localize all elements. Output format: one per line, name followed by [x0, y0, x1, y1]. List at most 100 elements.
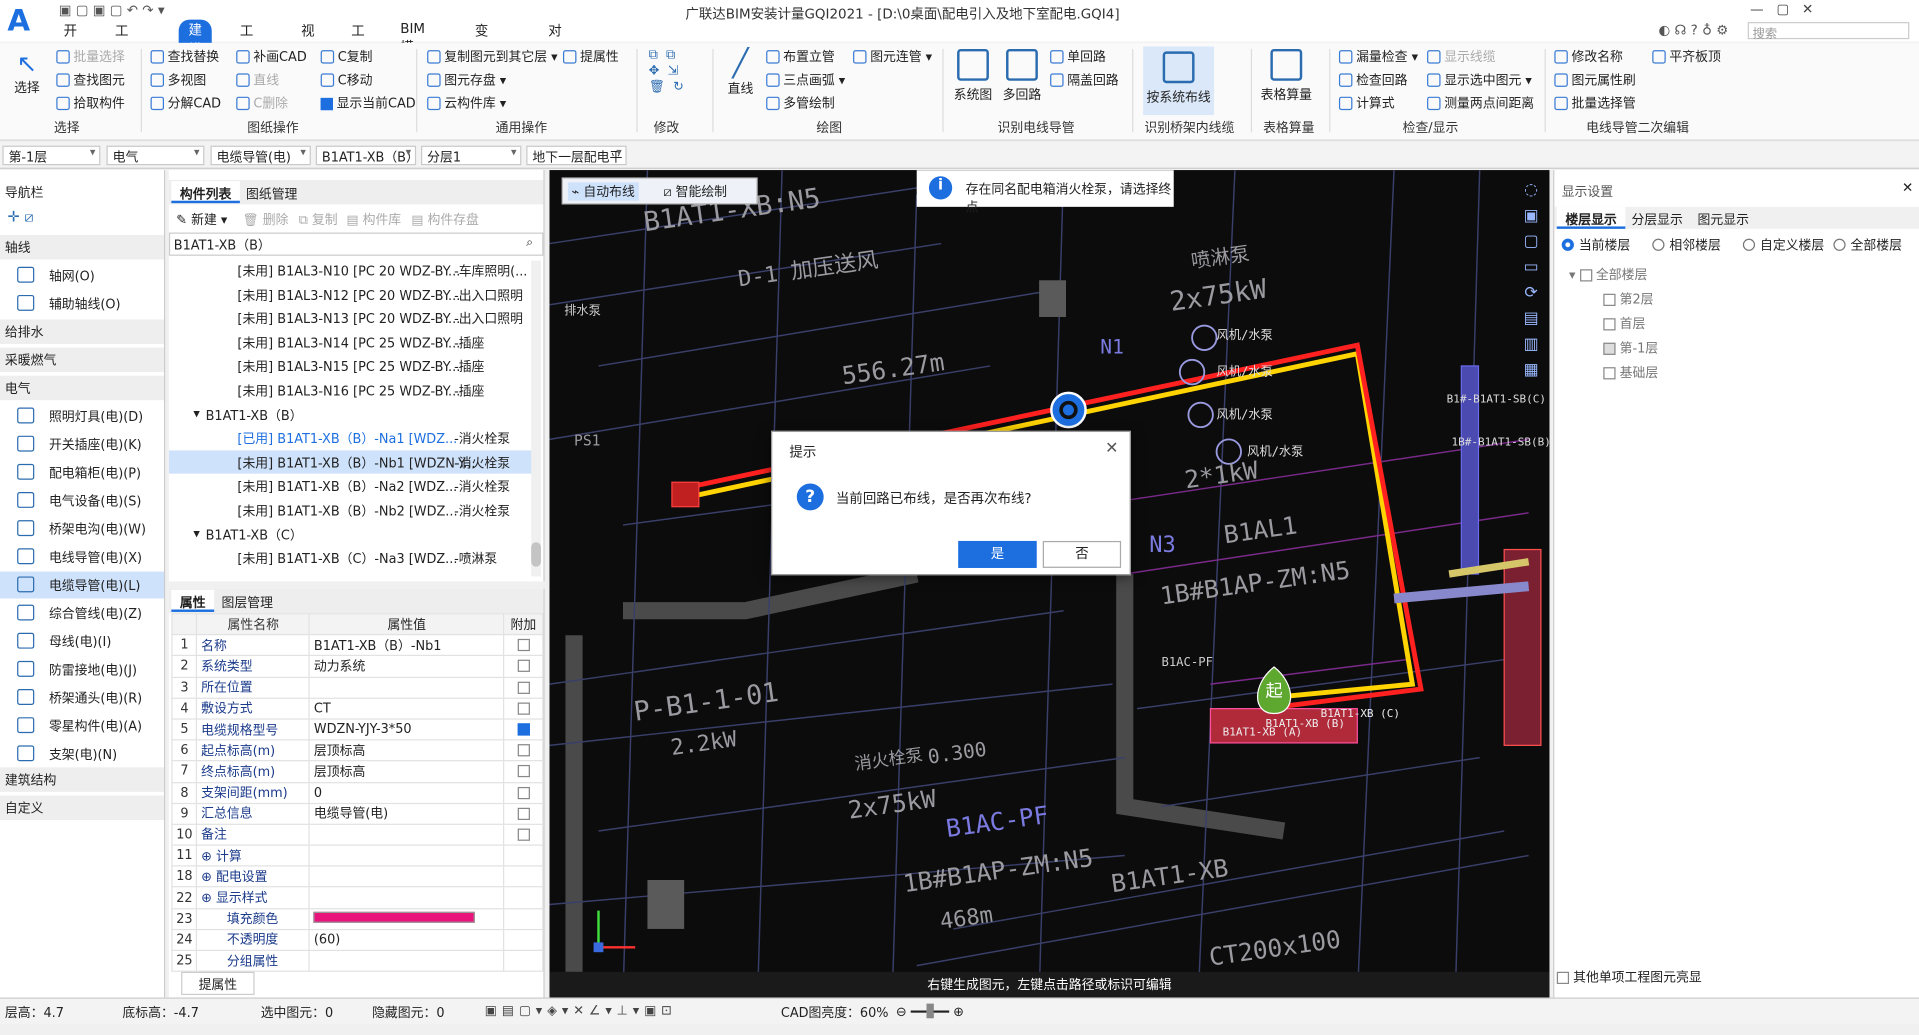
nav-item-cabinet[interactable]: 配电箱柜(电)(P)	[0, 459, 164, 486]
nav-item-lightning[interactable]: 防雷接地(电)(J)	[0, 656, 164, 683]
drawing-select[interactable]: 地下一层配电平	[526, 145, 627, 166]
check-circuit-button[interactable]: 检查回路	[1338, 71, 1407, 89]
layer-select[interactable]: 分层1	[421, 145, 522, 166]
list-item[interactable]: [未用] B1AT1-XB（B）-Na2 [WDZ... -消火栓泵	[169, 474, 536, 497]
nav-item-switch[interactable]: 开关插座(电)(K)	[0, 431, 164, 458]
table-row[interactable]: 2 系统类型 动力系统	[171, 655, 544, 678]
explode-cad-button[interactable]: 分解CAD	[150, 94, 221, 112]
tree-group[interactable]: ▾ B1AT1-XB（B）	[169, 402, 536, 425]
table-row[interactable]: 18 ⊕ 配电设置	[171, 865, 544, 888]
rename-button[interactable]: 修改名称	[1554, 48, 1623, 66]
radio-custom-floor[interactable]: 自定义楼层	[1742, 236, 1824, 254]
radio-all-floor[interactable]: 全部楼层	[1833, 236, 1902, 254]
batch-select-button[interactable]: 批量选择	[56, 48, 125, 66]
nav-item-pipeline[interactable]: 综合管线(电)(Z)	[0, 600, 164, 627]
component-select[interactable]: B1AT1-XB（B）	[315, 145, 417, 166]
search-icon[interactable]: ⌕	[526, 236, 533, 249]
new-button[interactable]: ✎ 新建 ▾	[176, 211, 227, 229]
table-row[interactable]: 4 敷设方式 CT	[171, 697, 544, 720]
close-icon[interactable]: ✕	[1902, 180, 1913, 196]
show-cable-button[interactable]: 显示线缆	[1427, 48, 1496, 66]
cad-canvas[interactable]: 起 B1AT1-XB:N5 D-1 加压送风 2x75kW 556.27m 喷淋…	[549, 170, 1550, 998]
cover-circuit-button[interactable]: 隔盖回路	[1050, 71, 1119, 89]
nav-item-misc[interactable]: 零星构件(电)(A)	[0, 712, 164, 739]
c-copy-button[interactable]: C复制	[320, 48, 372, 66]
nav-item-grid[interactable]: 轴网(O)	[0, 262, 164, 289]
table-row[interactable]: 10 备注	[171, 823, 544, 846]
snap-tools[interactable]: ▣▤▢▾◈▾✕∠▾⊥▾▣⊡	[485, 1004, 677, 1019]
tree-group[interactable]: ▾ B1AT1-XB（C）	[169, 522, 536, 545]
find-element-button[interactable]: 查找图元	[56, 71, 125, 89]
draw-cad-button[interactable]: 补画CAD	[236, 48, 307, 66]
prop-brush-button[interactable]: 图元属性刷	[1554, 71, 1636, 89]
c-delete-button[interactable]: C删除	[236, 94, 288, 112]
multi-circuit-button[interactable]: 多回路	[1001, 48, 1043, 104]
floor-select[interactable]: 第-1层	[2, 145, 101, 166]
list-item[interactable]: [未用] B1AL3-N16 [PC 25 WDZ-BY... -插座	[169, 378, 536, 401]
component-search-input[interactable]: B1AT1-XB（B）	[168, 232, 544, 256]
modify-icons[interactable]: ⧉ ⧉ ✥ ⇲ 🗑 ↻	[649, 48, 684, 95]
table-row[interactable]: 3 所在位置	[171, 676, 544, 699]
list-item[interactable]: [未用] B1AL3-N10 [PC 20 WDZ-BY... -车库照明(...	[169, 258, 536, 281]
tab-properties[interactable]: 属性	[171, 589, 215, 612]
nav-item-busbar[interactable]: 母线(电)(I)	[0, 628, 164, 655]
save-component-button[interactable]: ▤ 构件存盘	[411, 211, 479, 229]
nav-item-wire-conduit[interactable]: 电线导管(电)(X)	[0, 543, 164, 570]
table-row[interactable]: 6 起点标高(m) 层顶标高	[171, 739, 544, 762]
show-current-cad-checkbox[interactable]: 显示当前CAD	[320, 94, 416, 112]
nav-item-bridge[interactable]: 桥架电沟(电)(W)	[0, 515, 164, 542]
draw-line-button[interactable]: ╱ 直线	[722, 49, 759, 98]
nav-section-structure[interactable]: 建筑结构	[0, 767, 165, 792]
tree-all-floors[interactable]: ▾ 全部楼层	[1569, 266, 1647, 284]
no-button[interactable]: 否	[1042, 540, 1122, 568]
nav-section-custom[interactable]: 自定义	[0, 795, 165, 821]
yes-button[interactable]: 是	[958, 540, 1037, 568]
arc-button[interactable]: 三点画弧 ▾	[766, 71, 845, 89]
formula-button[interactable]: 计算式	[1338, 94, 1395, 112]
nav-item-aux-axis[interactable]: 辅助轴线(O)	[0, 290, 164, 317]
nav-item-equipment[interactable]: 电气设备(电)(S)	[0, 487, 164, 514]
tree-floor-2[interactable]: 第2层	[1603, 290, 1654, 308]
single-circuit-button[interactable]: 单回路	[1050, 48, 1106, 66]
tab-element-display[interactable]: 图元显示	[1689, 207, 1758, 229]
nav-item-support[interactable]: 支架(电)(N)	[0, 740, 164, 767]
tab-component-list[interactable]: 构件列表	[171, 181, 240, 204]
extract-props-button[interactable]: 提属性	[562, 48, 619, 66]
nav-item-cable-conduit[interactable]: 电缆导管(电)(L)	[0, 571, 165, 599]
table-row[interactable]: 9 汇总信息 电缆导管(电)	[171, 802, 544, 825]
tab-drawing-manage[interactable]: 图纸管理	[237, 181, 306, 203]
smart-draw-button[interactable]: ⧄ 智能绘制	[663, 182, 727, 200]
tab-floor-display[interactable]: 楼层显示	[1556, 206, 1626, 229]
copy-button[interactable]: ⧉ 复制	[299, 211, 338, 229]
list-scrollbar[interactable]	[531, 260, 541, 577]
multi-view-button[interactable]: 多视图	[150, 71, 206, 89]
help-icons[interactable]: ◐ ☊ ? ♁ ⚙	[1658, 22, 1728, 38]
list-item[interactable]: [未用] B1AT1-XB（C）-Na3 [WDZ... -喷淋泵	[169, 546, 536, 569]
discipline-select[interactable]: 电气	[106, 145, 205, 166]
radio-current-floor[interactable]: 当前楼层	[1561, 236, 1630, 254]
nav-section-axis[interactable]: 轴线	[0, 234, 165, 260]
table-row[interactable]: 11 ⊕ 计算	[171, 844, 544, 867]
table-row[interactable]: 5 电缆规格型号 WDZN-YJY-3*50	[171, 718, 544, 741]
table-row[interactable]: 7 终点标高(m) 层顶标高	[171, 760, 544, 783]
auto-route-button[interactable]: ⌁ 自动布线	[567, 182, 639, 201]
table-row[interactable]: 22 ⊕ 显示样式	[171, 886, 544, 909]
table-row[interactable]: 1 名称 B1AT1-XB（B）-Nb1	[171, 634, 544, 657]
system-diagram-button[interactable]: 系统图	[952, 48, 994, 104]
batch-select-pipe-button[interactable]: 批量选择管	[1554, 94, 1636, 112]
list-item[interactable]: [已用] B1AT1-XB（B）-Na1 [WDZ... -消火栓泵	[169, 426, 536, 449]
tree-floor-1[interactable]: 首层	[1603, 315, 1645, 333]
line-button[interactable]: 直线	[236, 71, 279, 89]
list-item[interactable]: [未用] B1AL3-N13 [PC 20 WDZ-BY... -出入口照明	[169, 306, 536, 329]
find-replace-button[interactable]: 查找替换	[150, 48, 219, 66]
tab-layer-manage[interactable]: 图层管理	[213, 590, 282, 612]
delete-button[interactable]: 🗑 删除	[242, 211, 288, 229]
align-top-button[interactable]: 平齐板顶	[1652, 48, 1721, 66]
element-save-button[interactable]: 图元存盘 ▾	[427, 71, 506, 89]
table-quantity-button[interactable]: 表格算量	[1261, 48, 1312, 104]
table-row[interactable]: 8 支架间距(mm) 0	[171, 781, 544, 804]
measure-distance-button[interactable]: 测量两点间距离	[1427, 94, 1534, 112]
nav-tool-icons[interactable]: ✛ ⧄	[7, 208, 33, 226]
search-input[interactable]: 搜索	[1747, 22, 1910, 42]
nav-item-lighting[interactable]: 照明灯具(电)(D)	[0, 403, 164, 430]
